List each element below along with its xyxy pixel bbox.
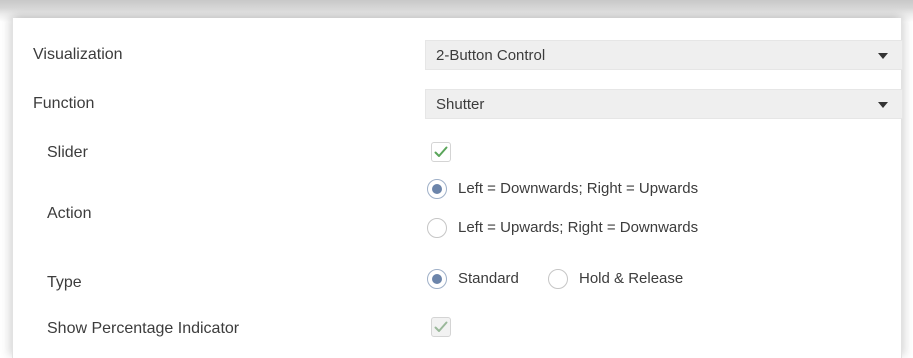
check-icon	[434, 146, 448, 157]
percentage-indicator-label: Show Percentage Indicator	[47, 320, 240, 337]
function-select[interactable]: Shutter	[425, 89, 903, 119]
type-option-hold-release[interactable]: Hold & Release	[579, 270, 683, 287]
window: Visualization 2-Button Control Function …	[0, 0, 913, 358]
slider-checkbox[interactable]	[431, 142, 451, 162]
parameter-panel: Visualization 2-Button Control Function …	[12, 18, 903, 358]
slider-label: Slider	[47, 144, 88, 161]
action-label: Action	[47, 205, 92, 222]
visualization-value: 2-Button Control	[436, 47, 546, 64]
chevron-down-icon[interactable]	[878, 102, 888, 108]
type-option-standard[interactable]: Standard	[458, 270, 519, 287]
type-radio-standard[interactable]	[427, 269, 447, 289]
visualization-select[interactable]: 2-Button Control	[425, 40, 903, 70]
action-option-up-down[interactable]: Left = Upwards; Right = Downwards	[458, 219, 698, 236]
action-radio-down-up[interactable]	[427, 179, 447, 199]
function-value: Shutter	[436, 96, 485, 113]
action-option-down-up[interactable]: Left = Downwards; Right = Upwards	[458, 180, 698, 197]
percentage-indicator-checkbox	[431, 317, 451, 337]
chevron-down-icon[interactable]	[878, 53, 888, 59]
check-icon	[434, 321, 448, 332]
type-radio-hold-release[interactable]	[548, 269, 568, 289]
action-radio-up-down[interactable]	[427, 218, 447, 238]
function-label: Function	[33, 95, 95, 112]
visualization-label: Visualization	[33, 46, 123, 63]
type-label: Type	[47, 274, 82, 291]
